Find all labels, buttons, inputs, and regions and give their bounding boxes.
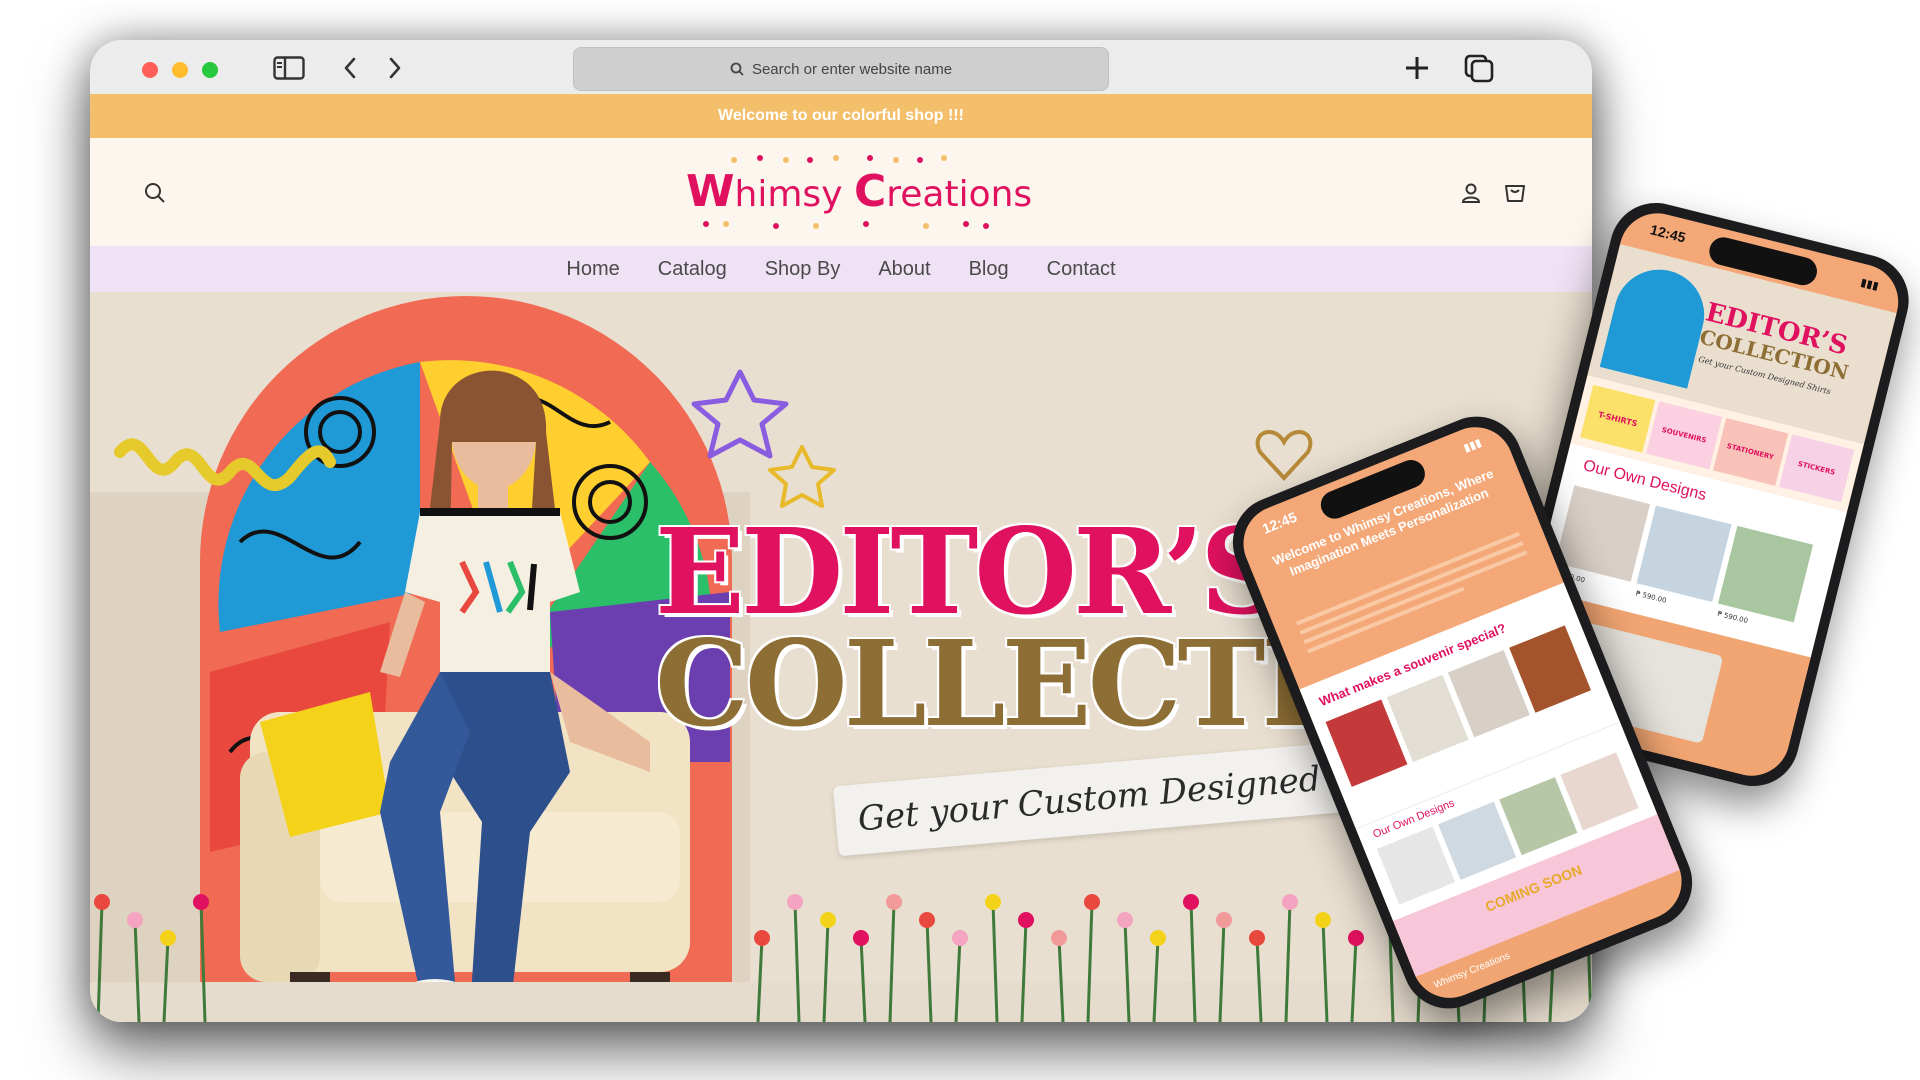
mini-product-image[interactable] xyxy=(1718,525,1814,623)
mini-product-image[interactable] xyxy=(1560,752,1639,831)
nav-item-blog[interactable]: Blog xyxy=(969,258,1009,281)
phone-back-time: 12:45 xyxy=(1648,221,1688,246)
mini-product-image[interactable] xyxy=(1555,485,1651,582)
announcement-text: Welcome to our colorful shop !!! xyxy=(718,107,964,124)
mini-price: ₱ 590.00 xyxy=(1635,589,1668,605)
announcement-bar: Welcome to our colorful shop !!! xyxy=(90,94,1592,138)
mini-mural xyxy=(1599,260,1714,389)
mini-price: ₱ 590.00 xyxy=(1716,609,1749,626)
address-bar-placeholder: Search or enter website name xyxy=(751,60,953,78)
main-navigation: Home Catalog Shop By About Blog Contact xyxy=(90,246,1592,292)
search-icon xyxy=(730,62,744,76)
nav-item-about[interactable]: About xyxy=(878,258,930,281)
account-icon[interactable] xyxy=(1458,180,1484,206)
nav-item-home[interactable]: Home xyxy=(566,258,619,281)
new-tab-icon[interactable] xyxy=(1402,52,1432,84)
site-header: Whimsy Creations xyxy=(90,138,1592,246)
mini-category[interactable]: STICKERS xyxy=(1778,434,1855,503)
status-icons: ▮▮▮ xyxy=(1461,435,1484,455)
mini-category[interactable]: SOUVENIRS xyxy=(1646,401,1722,470)
cart-icon[interactable] xyxy=(1502,180,1528,206)
mini-category[interactable]: T-SHIRTS xyxy=(1580,384,1656,453)
minimize-window-button[interactable] xyxy=(172,62,188,78)
address-bar[interactable]: Search or enter website name xyxy=(573,47,1109,91)
logo-word-reations: reations xyxy=(886,174,1033,215)
nav-item-shop-by[interactable]: Shop By xyxy=(765,258,841,281)
logo-letter-w: W xyxy=(686,166,735,217)
logo-letter-c: C xyxy=(853,166,887,217)
site-logo[interactable]: Whimsy Creations xyxy=(686,152,1032,232)
mini-category[interactable]: STATIONERY xyxy=(1712,417,1789,486)
tabs-overview-icon[interactable] xyxy=(1462,52,1496,84)
forward-icon[interactable] xyxy=(383,52,407,84)
phone-front-time: 12:45 xyxy=(1259,508,1300,537)
logo-word-himsy: himsy xyxy=(734,174,843,215)
status-icons: ▮▮▮ xyxy=(1859,275,1881,293)
promo-stage: Search or enter website name Welcome to … xyxy=(0,0,1920,1080)
nav-item-contact[interactable]: Contact xyxy=(1047,258,1116,281)
zoom-window-button[interactable] xyxy=(202,62,218,78)
browser-toolbar: Search or enter website name xyxy=(90,40,1592,94)
logo-wordmark: Whimsy Creations xyxy=(686,166,1032,217)
sidebar-icon[interactable] xyxy=(272,52,306,84)
nav-item-catalog[interactable]: Catalog xyxy=(658,258,727,281)
close-window-button[interactable] xyxy=(142,62,158,78)
search-icon[interactable] xyxy=(142,180,168,206)
mini-product-image[interactable] xyxy=(1636,505,1732,603)
back-icon[interactable] xyxy=(338,52,362,84)
